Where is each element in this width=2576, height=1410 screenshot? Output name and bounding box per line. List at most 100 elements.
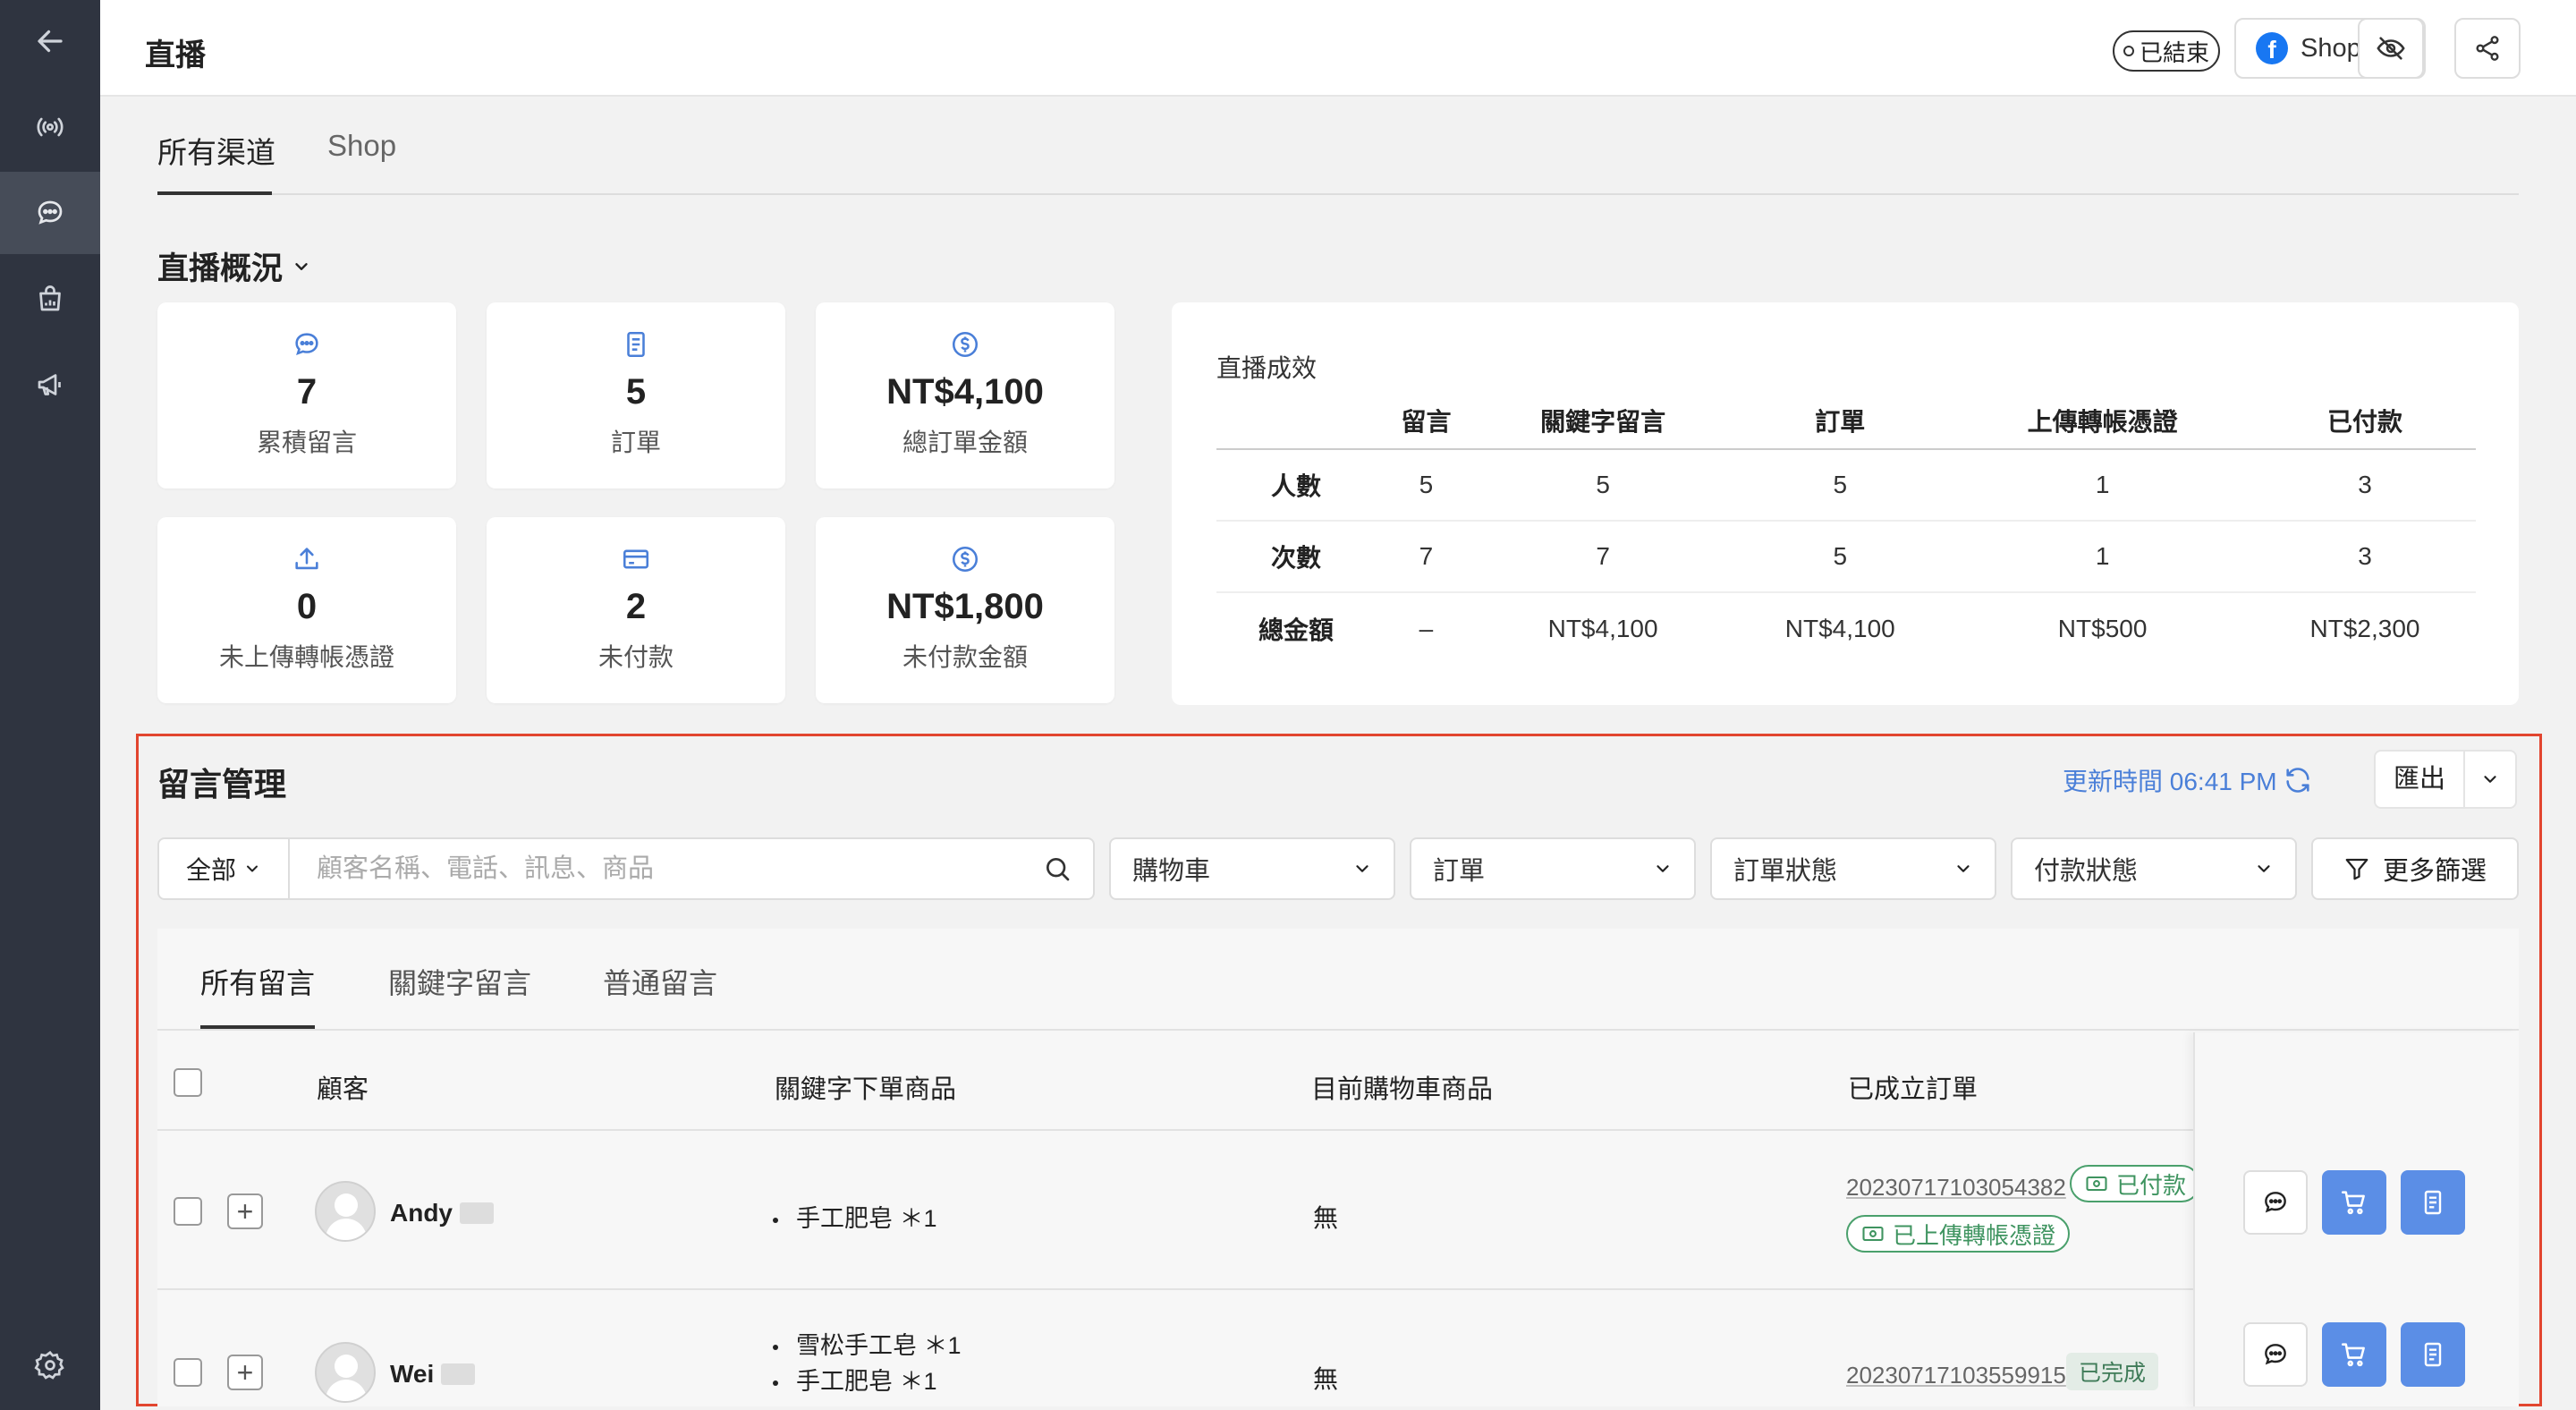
table-row: 次數 7 7 5 1 3 xyxy=(1216,521,2476,593)
export-button[interactable]: 匯出 xyxy=(2374,750,2517,809)
select-all-checkbox[interactable] xyxy=(174,1068,202,1097)
search-icon[interactable] xyxy=(1043,854,1072,883)
table-cell: 7 xyxy=(1476,521,1730,593)
scope-select-value: 全部 xyxy=(185,856,236,884)
card-icon xyxy=(623,549,649,569)
tab-keyword-comments[interactable]: 關鍵字留言 xyxy=(388,961,531,1002)
table-cell: NT$500 xyxy=(2057,614,2148,642)
search-input[interactable] xyxy=(317,854,1043,884)
tab-shop[interactable]: Shop xyxy=(327,129,396,163)
chevron-down-icon xyxy=(2258,865,2270,872)
order-button[interactable] xyxy=(2401,1322,2465,1387)
avatar xyxy=(315,1342,376,1403)
table-cell: NT$2,300 xyxy=(2309,614,2420,642)
overview-dropdown[interactable]: 直播概況 xyxy=(157,243,311,289)
customer-name[interactable]: Wei xyxy=(390,1360,476,1389)
hide-button[interactable] xyxy=(2358,18,2424,79)
status-badge: 已完成 xyxy=(2066,1353,2159,1390)
chevron-down-icon xyxy=(295,262,308,270)
row-checkbox[interactable] xyxy=(174,1358,202,1387)
order-filter-select[interactable]: 訂單 xyxy=(1410,837,1696,900)
table-cell: 1 xyxy=(1951,521,2254,593)
comments-title: 留言管理 xyxy=(157,766,287,803)
refresh-icon xyxy=(2286,768,2309,793)
reply-comment-button[interactable] xyxy=(2243,1170,2308,1235)
payment-status-filter-select[interactable]: 付款狀態 xyxy=(2011,837,2297,900)
table-header: 訂單 xyxy=(1729,392,1952,450)
chat-icon xyxy=(295,333,318,356)
reply-comment-button[interactable] xyxy=(2243,1322,2308,1387)
chat-icon xyxy=(38,200,63,225)
filter-icon xyxy=(2345,858,2368,880)
table-header: 上傳轉帳憑證 xyxy=(1951,392,2254,450)
cart-filter-select[interactable]: 購物車 xyxy=(1109,837,1395,900)
product-text: 雪松手工皂 ＊1 xyxy=(796,1332,962,1359)
plus-icon: + xyxy=(236,1356,254,1389)
tab-all-channels[interactable]: 所有渠道 xyxy=(157,129,275,172)
select-label: 購物車 xyxy=(1132,857,1211,886)
more-filter-label: 更多篩選 xyxy=(2382,857,2487,886)
sidebar-item-broadcast[interactable] xyxy=(0,86,100,168)
expand-row-button[interactable]: + xyxy=(227,1355,263,1390)
share-button[interactable] xyxy=(2454,18,2521,79)
redacted-surname xyxy=(460,1202,494,1224)
sidebar-item-marketing[interactable] xyxy=(0,344,100,426)
avatar xyxy=(315,1181,376,1242)
product-text: 手工肥皂 ＊1 xyxy=(796,1368,937,1395)
export-label: 匯出 xyxy=(2376,750,2465,809)
active-tab-indicator xyxy=(157,191,272,195)
more-filter-button[interactable]: 更多篩選 xyxy=(2311,837,2519,900)
table-cell: 5 xyxy=(1376,449,1477,522)
comment-type-tabs: 所有留言 關鍵字留言 普通留言 xyxy=(157,929,2519,1031)
refresh-button[interactable]: 更新時間 06:41 PM xyxy=(2063,762,2313,798)
table-header: 已付款 xyxy=(2254,392,2476,450)
table-header: 關鍵字留言 xyxy=(1476,392,1730,450)
stat-value: NT$4,100 xyxy=(886,372,1044,412)
scope-select[interactable]: 全部 xyxy=(157,837,290,900)
sidebar-item-shop-stats[interactable] xyxy=(0,258,100,340)
stat-label: 訂單 xyxy=(610,429,661,456)
select-label: 付款狀態 xyxy=(2034,857,2139,886)
order-number-link[interactable]: 20230717103054382 xyxy=(1846,1174,2066,1202)
stat-value: 2 xyxy=(625,587,647,626)
back-button[interactable] xyxy=(0,0,100,82)
performance-table: 留言 關鍵字留言 訂單 上傳轉帳憑證 已付款 人數 5 5 5 1 3 次數 7… xyxy=(1216,392,2476,664)
eye-off-icon xyxy=(2377,37,2405,60)
table-cell: 1 xyxy=(1951,449,2254,522)
sidebar xyxy=(0,0,100,1410)
order-number-link[interactable]: 20230717103559915 xyxy=(1846,1362,2066,1389)
table-row: 人數 5 5 5 1 3 xyxy=(1216,449,2476,522)
expand-row-button[interactable]: + xyxy=(227,1193,263,1229)
cart-icon xyxy=(2341,1191,2365,1215)
tag-label: 已付款 xyxy=(2116,1171,2187,1199)
stat-value: 7 xyxy=(296,372,318,412)
money-icon xyxy=(1862,1226,1884,1242)
cart-button[interactable] xyxy=(2322,1322,2386,1387)
active-tab-indicator xyxy=(200,1025,315,1029)
chat-icon xyxy=(2265,1192,2286,1213)
chat-icon xyxy=(2265,1344,2286,1365)
sidebar-item-settings[interactable] xyxy=(0,1324,100,1406)
customer-name[interactable]: Andy xyxy=(390,1199,494,1227)
tab-normal-comments[interactable]: 普通留言 xyxy=(603,961,717,1002)
table-cell: 7 xyxy=(1376,521,1477,593)
sidebar-item-comments[interactable] xyxy=(0,172,100,254)
cart-button[interactable] xyxy=(2322,1170,2386,1235)
order-button[interactable] xyxy=(2401,1170,2465,1235)
status-dot-icon xyxy=(2123,46,2134,56)
row-checkbox[interactable] xyxy=(174,1197,202,1226)
select-label: 訂單狀態 xyxy=(1733,857,1838,886)
cart-products-value: 無 xyxy=(1313,1365,1339,1393)
column-header-orders: 已成立訂單 xyxy=(1848,1075,1979,1104)
tab-all-comments[interactable]: 所有留言 xyxy=(200,961,315,1002)
column-header-cart-products: 目前購物車商品 xyxy=(1311,1075,1494,1104)
comments-table-header: 顧客 關鍵字下單商品 目前購物車商品 已成立訂單 xyxy=(157,1032,2519,1131)
export-dropdown-toggle[interactable] xyxy=(2465,769,2515,789)
order-status-filter-select[interactable]: 訂單狀態 xyxy=(1710,837,1996,900)
table-cell: 5 xyxy=(1729,449,1952,522)
stat-card-comments: 7 累積留言 xyxy=(157,302,456,488)
stat-card-orders: 5 訂單 xyxy=(487,302,785,488)
table-header: 留言 xyxy=(1376,392,1477,450)
arrow-left-icon xyxy=(38,30,63,53)
stat-card-total-amount: NT$4,100 總訂單金額 xyxy=(816,302,1114,488)
